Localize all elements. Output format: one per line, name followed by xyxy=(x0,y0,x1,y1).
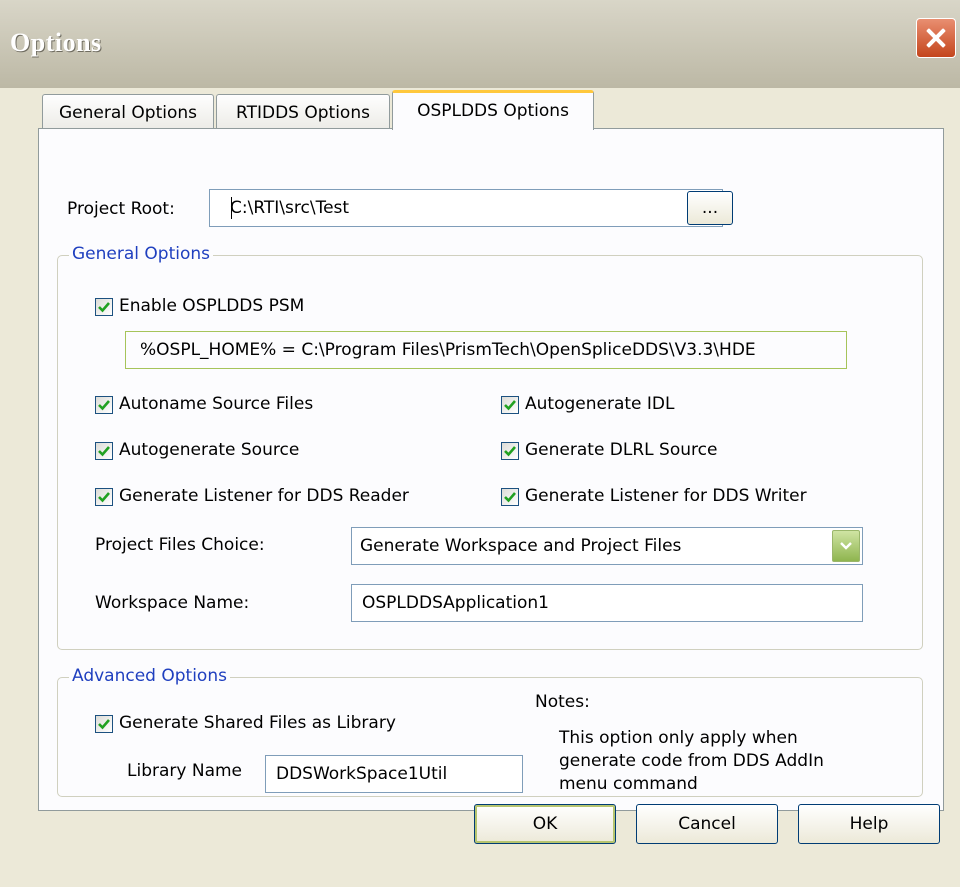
notes-line-3: menu command xyxy=(559,774,698,794)
notes-line-1: This option only apply when xyxy=(559,728,798,748)
cancel-button[interactable]: Cancel xyxy=(636,804,778,844)
library-name-label: Library Name xyxy=(127,761,242,781)
tab-rtidds-options[interactable]: RTIDDS Options xyxy=(216,94,390,130)
checkbox-box xyxy=(95,488,113,506)
browse-button[interactable]: ... xyxy=(687,191,733,225)
project-files-choice-label: Project Files Choice: xyxy=(95,535,265,555)
tab-label: RTIDDS Options xyxy=(236,103,370,123)
tab-label: General Options xyxy=(59,103,197,123)
workspace-name-value: OSPLDDSApplication1 xyxy=(362,593,549,613)
browse-label: ... xyxy=(701,198,719,218)
checkbox-label: Generate Listener for DDS Writer xyxy=(525,486,807,506)
osplhome-path-text: %OSPL_HOME% = C:\Program Files\PrismTech… xyxy=(140,340,756,360)
project-files-choice-value: Generate Workspace and Project Files xyxy=(360,536,682,556)
project-root-input[interactable]: C:\RTI\src\Test xyxy=(209,189,723,227)
checkbox-box xyxy=(501,396,519,414)
tab-panel: Project Root: C:\RTI\src\Test ... Genera… xyxy=(38,128,944,811)
library-name-input[interactable]: DDSWorkSpace1Util xyxy=(265,755,523,793)
ok-button[interactable]: OK xyxy=(474,804,616,844)
cancel-label: Cancel xyxy=(678,814,736,834)
ok-label: OK xyxy=(532,814,558,834)
advanced-options-title: Advanced Options xyxy=(69,666,230,686)
text-caret xyxy=(231,197,232,219)
notes-line-2: generate code from DDS AddIn xyxy=(559,751,824,771)
checkbox-label: Generate DLRL Source xyxy=(525,440,718,460)
workspace-name-label: Workspace Name: xyxy=(95,593,250,613)
checkbox-box xyxy=(95,715,113,733)
checkbox-label: Autogenerate IDL xyxy=(525,394,675,414)
osplhome-path-field: %OSPL_HOME% = C:\Program Files\PrismTech… xyxy=(125,331,847,369)
checkbox-label: Autogenerate Source xyxy=(119,440,300,460)
dialog-client: General Options RTIDDS Options OSPLDDS O… xyxy=(0,88,960,887)
checkbox-label: Enable OSPLDDS PSM xyxy=(119,296,305,316)
tab-general-options[interactable]: General Options xyxy=(42,94,214,130)
checkbox-box xyxy=(95,298,113,316)
checkbox-box xyxy=(501,488,519,506)
checkbox-box xyxy=(95,442,113,460)
library-name-value: DDSWorkSpace1Util xyxy=(276,764,448,784)
project-files-choice-select[interactable]: Generate Workspace and Project Files xyxy=(351,527,863,565)
window-title: Options xyxy=(10,28,102,57)
title-bar: Options xyxy=(0,0,960,88)
project-root-value: C:\RTI\src\Test xyxy=(230,198,350,218)
checkbox-box xyxy=(95,396,113,414)
chevron-down-icon[interactable] xyxy=(832,530,860,562)
checkbox-box xyxy=(501,442,519,460)
checkbox-label: Generate Listener for DDS Reader xyxy=(119,486,409,506)
help-label: Help xyxy=(849,814,889,834)
close-icon[interactable] xyxy=(916,18,956,58)
checkbox-label: Autoname Source Files xyxy=(119,394,314,414)
tab-osplidds-options[interactable]: OSPLDDS Options xyxy=(392,90,594,130)
notes-title: Notes: xyxy=(535,692,590,712)
general-options-title: General Options xyxy=(69,244,213,264)
help-button[interactable]: Help xyxy=(798,804,940,844)
checkbox-label: Generate Shared Files as Library xyxy=(119,713,396,733)
workspace-name-input[interactable]: OSPLDDSApplication1 xyxy=(351,584,863,622)
tab-label: OSPLDDS Options xyxy=(417,101,569,121)
project-root-label: Project Root: xyxy=(67,199,175,219)
